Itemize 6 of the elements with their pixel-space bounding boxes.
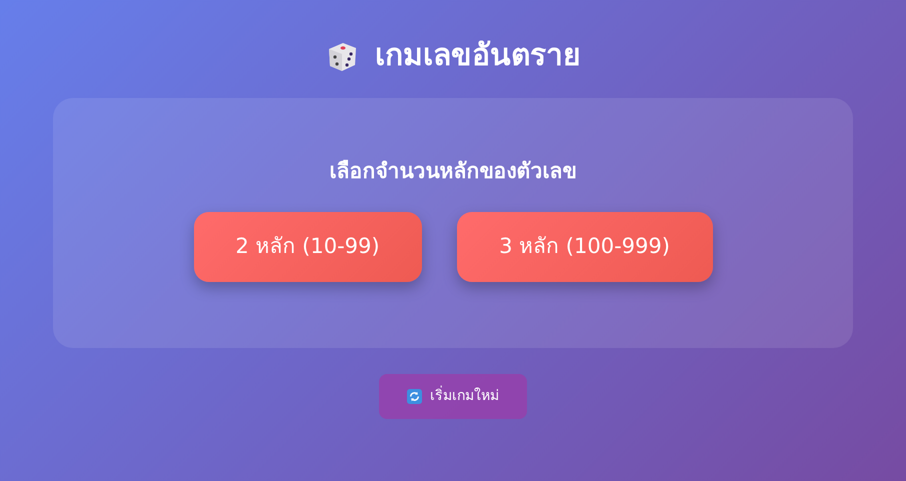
digits-option-button[interactable]: 3 หลัก (100-999): [456, 212, 712, 282]
restart-button[interactable]: เริ่มเกมใหม่: [379, 374, 527, 419]
game-title: เกมเลขอันตราย: [375, 38, 581, 74]
refresh-icon: [407, 389, 422, 404]
digits-option-button[interactable]: 2 หลัก (10-99): [194, 212, 422, 282]
panel-heading: เลือกจำนวนหลักของตัวเลข: [330, 158, 576, 186]
